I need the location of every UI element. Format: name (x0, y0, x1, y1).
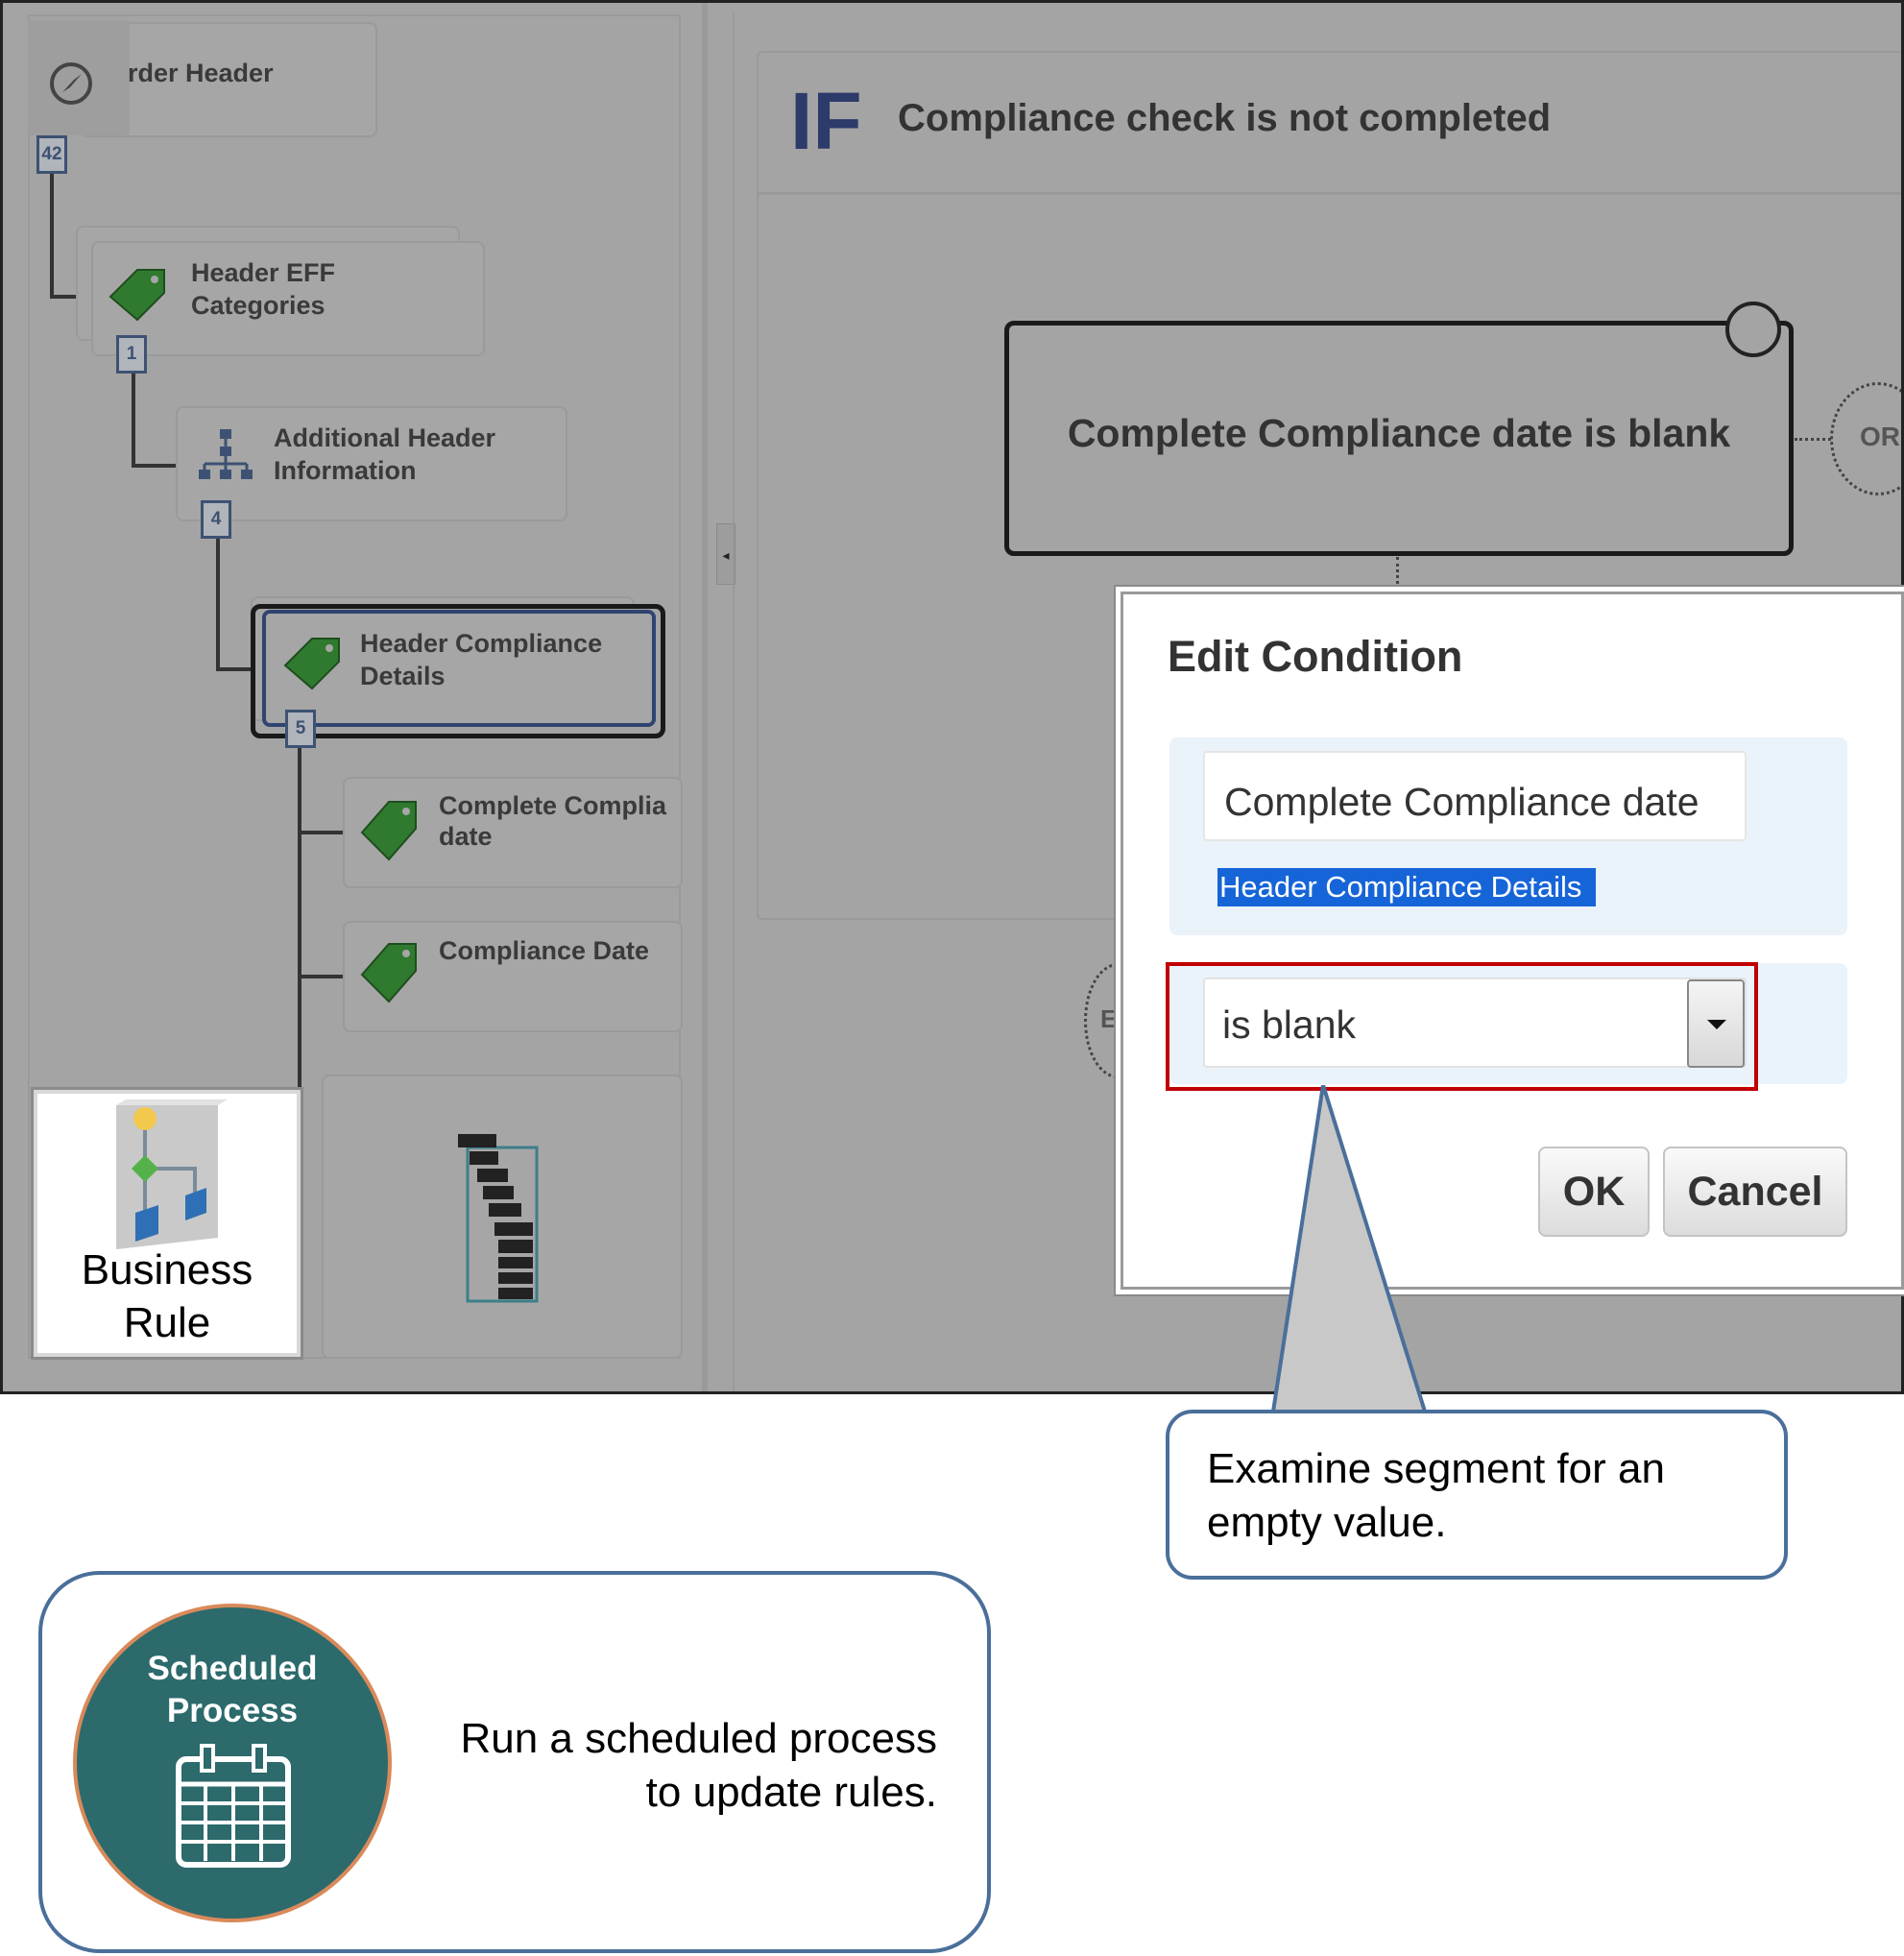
tree-connector (132, 464, 178, 468)
minimap-icon (454, 1132, 546, 1305)
tree-node-label: Header EFF Categories (191, 258, 336, 320)
rule-title[interactable]: Compliance check is not completed (898, 97, 1551, 140)
node-count-badge: 5 (285, 710, 316, 748)
tree-node-label: Header Compliance Details (360, 629, 603, 690)
tree-connector (298, 831, 344, 834)
tree-connector (216, 539, 220, 669)
or-label: OR (1860, 422, 1900, 451)
tree-node-label: Additional Header Information (274, 423, 496, 485)
dialog-title: Edit Condition (1168, 632, 1463, 681)
or-connector-line (1795, 438, 1831, 441)
tree-connector (298, 748, 301, 1094)
tag-icon (281, 633, 343, 690)
cancel-button[interactable]: Cancel (1663, 1147, 1847, 1237)
compass-icon[interactable] (28, 20, 130, 135)
business-rule-icon (116, 1099, 228, 1249)
panel-divider (702, 3, 708, 1391)
hierarchy-icon (195, 425, 256, 487)
condition-connector-handle[interactable] (1725, 302, 1781, 357)
ok-button[interactable]: OK (1538, 1147, 1650, 1237)
condition-text: Complete Compliance date is blank (1067, 411, 1731, 455)
tree-node-label: rder Header (128, 59, 274, 87)
and-connector-line (1396, 557, 1399, 595)
tree-connector (50, 174, 54, 297)
scheduled-process-title: Scheduled Process (147, 1650, 318, 1729)
else-label: E (1100, 1004, 1118, 1033)
tree-node-label: Compliance Date (439, 936, 650, 965)
condition-field-input[interactable]: Complete Compliance date (1203, 751, 1747, 841)
node-count-badge: 42 (36, 135, 67, 174)
tag-icon (107, 264, 168, 322)
node-count-badge: 1 (116, 335, 147, 374)
tree-node-label: Complete Complia date (439, 791, 667, 851)
field-source-link[interactable]: Header Compliance Details (1217, 868, 1596, 906)
examine-callout-text: Examine segment for an empty value. (1207, 1445, 1665, 1546)
callout-pointer (1271, 1085, 1427, 1413)
business-rule-label: Business Rule (81, 1246, 253, 1346)
tag-icon (358, 794, 420, 861)
calendar-icon (176, 1744, 291, 1868)
scheduled-process-text: Run a scheduled process to update rules. (460, 1715, 937, 1816)
if-keyword: IF (790, 76, 862, 166)
tag-icon (358, 936, 420, 1003)
highlight-box (1166, 962, 1758, 1091)
node-count-badge: 4 (201, 500, 231, 539)
tree-connector (298, 975, 344, 978)
tree-connector (132, 374, 135, 466)
